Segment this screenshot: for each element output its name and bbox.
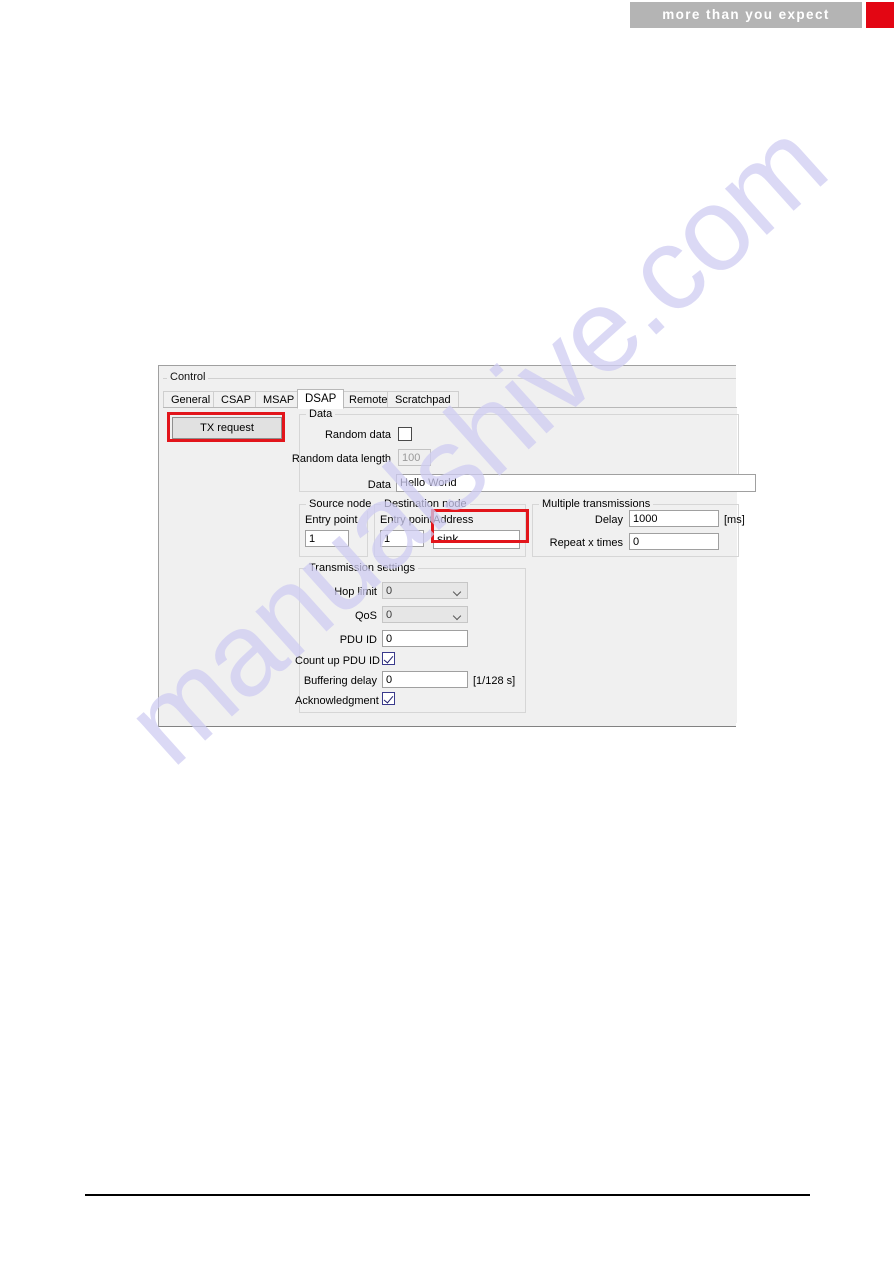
tab-strip: General CSAP MSAP DSAP Remote Scratchpad [163, 389, 737, 409]
qos-select[interactable]: 0 [382, 606, 468, 623]
qos-label: QoS [354, 610, 377, 622]
transmission-settings-group: Transmission settings Hop limit 0 QoS 0 … [295, 562, 526, 713]
count-up-pdu-id-checkbox[interactable] [382, 652, 395, 665]
hop-limit-select[interactable]: 0 [382, 582, 468, 599]
multiple-transmissions-group: Multiple transmissions Delay 1000 [ms] R… [532, 498, 745, 557]
source-entry-point-input[interactable]: 1 [305, 530, 349, 547]
page-header: more than you expect [0, 0, 894, 32]
source-entry-point-label: Entry point [305, 514, 358, 526]
header-slogan-bar: more than you expect [630, 2, 862, 28]
destination-entry-point-input[interactable]: 1 [380, 530, 424, 547]
destination-node-group-title: Destination node [381, 498, 470, 511]
destination-address-label: Address [433, 514, 474, 526]
footer-divider [85, 1194, 810, 1196]
count-up-pdu-id-label: Count up PDU ID [295, 655, 380, 667]
random-data-checkbox[interactable] [398, 427, 412, 441]
chevron-down-icon [454, 613, 461, 617]
repeat-x-times-label: Repeat x times [549, 537, 623, 549]
transmission-settings-group-title: Transmission settings [306, 562, 418, 575]
repeat-x-times-input[interactable]: 0 [629, 533, 719, 550]
acknowledgment-checkbox[interactable] [382, 692, 395, 705]
buffering-delay-label: Buffering delay [303, 675, 377, 687]
delay-input[interactable]: 1000 [629, 510, 719, 527]
tab-csap[interactable]: CSAP [213, 391, 259, 408]
source-node-group: Source node Entry point 1 [299, 498, 375, 557]
buffering-delay-unit-label: [1/128 s] [473, 675, 516, 687]
tab-page-dsap: TX request Data Random data Random data … [163, 407, 756, 723]
delay-label: Delay [594, 514, 623, 526]
tab-general[interactable]: General [163, 391, 219, 408]
pdu-id-label: PDU ID [339, 634, 377, 646]
tx-request-button[interactable]: TX request [172, 417, 282, 439]
dialog-title: Control [167, 371, 209, 383]
qos-value: 0 [386, 609, 393, 621]
acknowledgment-label: Acknowledgment [295, 695, 379, 707]
tab-msap[interactable]: MSAP [255, 391, 303, 408]
destination-address-input[interactable]: sink [433, 530, 520, 549]
data-group-title: Data [306, 408, 336, 421]
header-accent-block [866, 2, 894, 28]
data-input[interactable]: Hello World [396, 474, 756, 492]
header-slogan-text: more than you expect [662, 7, 830, 22]
hop-limit-label: Hop limit [334, 586, 377, 598]
dialog-group-frame [163, 378, 736, 385]
chevron-down-icon [454, 589, 461, 593]
random-data-length-input[interactable]: 100 [398, 449, 431, 466]
control-dialog: Control General CSAP MSAP DSAP Remote Sc… [158, 365, 756, 727]
delay-unit-label: [ms] [724, 514, 745, 526]
data-group: Data Random data Random data length 100 … [292, 408, 756, 492]
pdu-id-input[interactable]: 0 [382, 630, 468, 647]
source-node-group-title: Source node [306, 498, 375, 511]
destination-entry-point-label: Entry point [380, 514, 433, 526]
tab-dsap[interactable]: DSAP [297, 389, 345, 409]
random-data-length-label: Random data length [291, 453, 391, 465]
hop-limit-value: 0 [386, 585, 393, 597]
tab-scratchpad[interactable]: Scratchpad [387, 391, 459, 408]
data-label: Data [367, 479, 391, 491]
destination-node-group: Destination node Entry point 1 Address s… [374, 498, 526, 557]
random-data-label: Random data [324, 429, 391, 441]
buffering-delay-input[interactable]: 0 [382, 671, 468, 688]
